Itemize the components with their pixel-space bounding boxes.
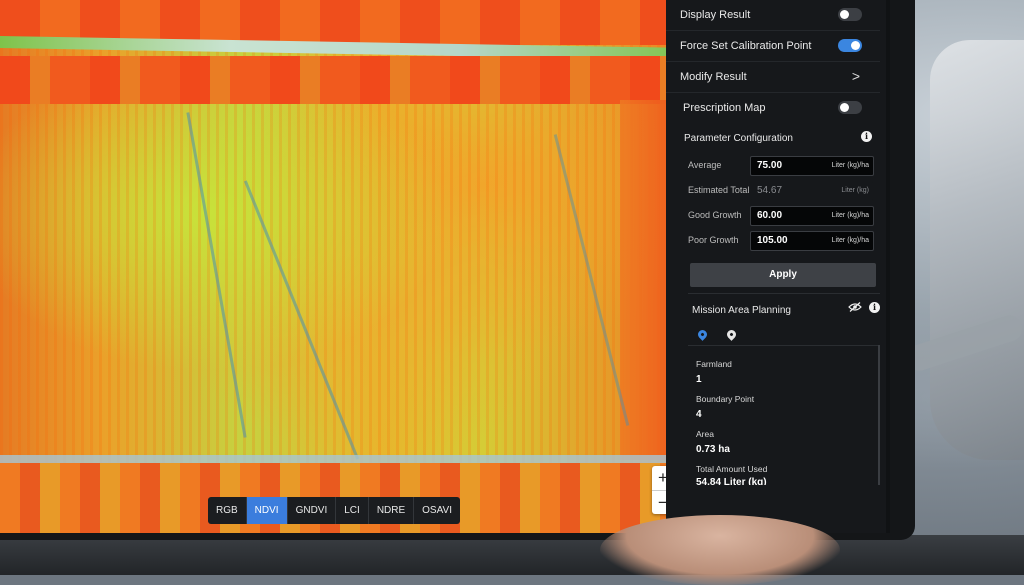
prescription-map-label: Prescription Map [683,102,766,114]
force-calibration-toggle[interactable] [838,39,862,52]
estimated-total-value: 54.67 [757,185,783,196]
map-furrow [553,134,630,426]
laptop-keyboard-deck [0,535,1024,575]
user-hand [600,515,840,585]
index-tab-ndvi[interactable]: NDVI [246,497,288,524]
good-growth-input[interactable]: 60.00 Liter (kg)/ha [750,206,874,226]
drone-body [930,40,1024,460]
divider [688,293,880,294]
index-tab-ndre[interactable]: NDRE [369,497,415,524]
modify-result-row[interactable]: Modify Result > [666,62,880,93]
good-growth-value: 60.00 [757,210,783,221]
area-value: 0.73 ha [696,444,730,455]
poor-growth-unit: Liter (kg)/ha [831,237,869,244]
index-tab-lci[interactable]: LCI [336,497,369,524]
average-label: Average [688,160,722,170]
area-label: Area [696,429,714,439]
map-furrow [186,112,247,438]
info-icon[interactable]: i [869,302,880,313]
estimated-total-value-box: 54.67 Liter (kg) [750,181,874,201]
good-growth-unit: Liter (kg)/ha [831,212,869,219]
display-result-label: Display Result [680,9,751,21]
good-growth-label: Good Growth [688,210,742,220]
display-result-row: Display Result [666,0,880,31]
chevron-right-icon[interactable]: > [852,68,860,84]
vegetation-index-bar: RGB NDVI GNDVI LCI NDRE OSAVI [208,497,460,524]
farmland-label: Farmland [696,359,732,369]
farmland-value: 1 [696,374,702,385]
settings-panel: Display Result Force Set Calibration Poi… [666,0,886,533]
boundary-pin-icon[interactable] [725,328,738,341]
average-value: 75.00 [757,160,783,171]
boundary-point-label: Boundary Point [696,394,755,404]
index-tab-osavi[interactable]: OSAVI [414,497,460,524]
panel-scrollbar[interactable] [878,345,880,485]
divider [688,345,880,346]
location-pin-icon[interactable] [696,328,709,341]
poor-growth-value: 105.00 [757,235,788,246]
poor-growth-input[interactable]: 105.00 Liter (kg)/ha [750,231,874,251]
laptop-screen: + − RGB NDVI GNDVI LCI NDRE OSAVI Displa… [0,0,890,533]
force-calibration-label: Force Set Calibration Point [680,40,812,52]
total-amount-value: 54.84 Liter (kg) [696,477,767,485]
mission-area-title: Mission Area Planning [692,305,791,316]
display-result-toggle[interactable] [838,8,862,21]
poor-growth-label: Poor Growth [688,235,739,245]
average-unit: Liter (kg)/ha [831,162,869,169]
index-tab-rgb[interactable]: RGB [208,497,247,524]
apply-button[interactable]: Apply [690,263,876,287]
parameter-configuration-title: Parameter Configuration [684,133,793,144]
boundary-point-value: 4 [696,409,702,420]
eye-slash-icon[interactable] [848,302,862,312]
prescription-map-row: Prescription Map [666,93,880,123]
total-amount-label: Total Amount Used [696,464,768,474]
average-input[interactable]: 75.00 Liter (kg)/ha [750,156,874,176]
map-furrow [243,180,360,460]
estimated-total-unit: Liter (kg) [841,187,869,194]
total-amount-clip: 54.84 Liter (kg) [666,477,878,485]
index-tab-gndvi[interactable]: GNDVI [288,497,337,524]
ndvi-map[interactable] [0,0,690,533]
estimated-total-label: Estimated Total [688,185,750,195]
map-road [0,455,690,463]
map-field-band [0,56,690,104]
info-icon[interactable]: i [861,131,872,142]
force-calibration-row: Force Set Calibration Point [666,31,880,62]
prescription-map-toggle[interactable] [838,101,862,114]
modify-result-label: Modify Result [680,71,747,83]
